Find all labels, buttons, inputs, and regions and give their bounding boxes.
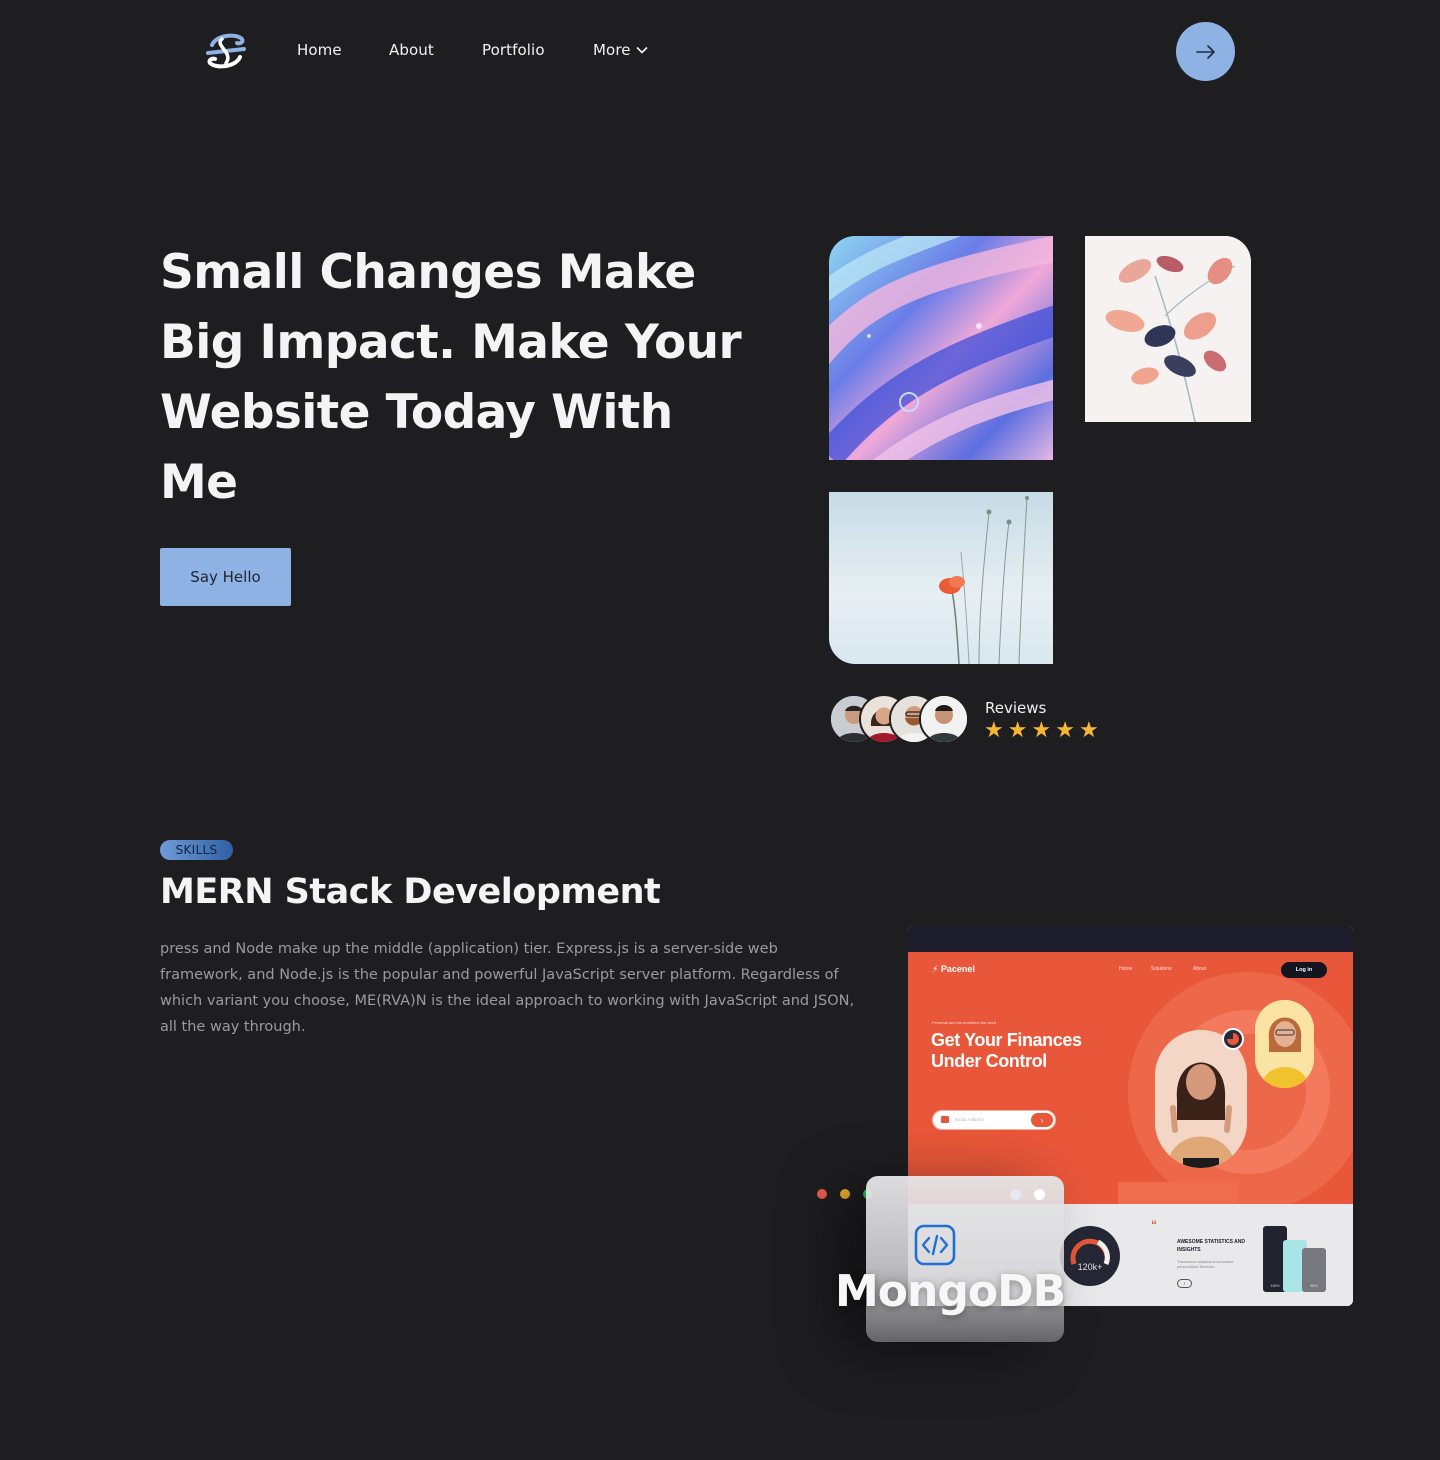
- skills-badge: SKILLS: [160, 840, 233, 860]
- mockup-browser-bar: [908, 926, 1353, 952]
- mockup-nav-item: About: [1193, 966, 1207, 972]
- chevron-down-icon: [636, 46, 648, 54]
- mockup-hero: ⚡ Pacenel Home Solutions About Log in Pe…: [908, 952, 1353, 1204]
- chevron-right-icon: ›: [1031, 1113, 1053, 1127]
- star-icon: ★: [1078, 717, 1099, 742]
- skills-title: MERN Stack Development: [160, 872, 661, 912]
- nav-about-link[interactable]: About: [389, 41, 434, 59]
- star-icon: ★: [1007, 717, 1028, 742]
- mockup-arrow-button: ›: [1177, 1279, 1192, 1288]
- mockup-headline: Get Your Finances Under Control: [931, 1030, 1082, 1071]
- skills-description: press and Node make up the middle (appli…: [160, 941, 855, 1035]
- mockup-kicker: Personal and trend without the word: [932, 1020, 997, 1025]
- mockup-nav-item: Home: [1119, 966, 1133, 972]
- star-icon: ★: [1055, 717, 1075, 742]
- dot-icon: [1034, 1189, 1045, 1200]
- cta-arrow-button[interactable]: [1176, 22, 1235, 81]
- reviews-label: Reviews: [985, 699, 1047, 717]
- dot-icon: [1010, 1189, 1021, 1200]
- mockup-stats-title: AWESOME STATISTICS AND INSIGHTS: [1177, 1239, 1245, 1253]
- nav-portfolio-link[interactable]: Portfolio: [482, 41, 545, 59]
- mongodb-label: MongoDB: [835, 1266, 1066, 1317]
- quote-icon: “: [1151, 1218, 1157, 1232]
- marble-image: [829, 236, 1053, 460]
- mockup-login-button: Log in: [1281, 962, 1327, 978]
- mockup-stats-subtitle: Transaction analysis for proactive perso…: [1177, 1260, 1234, 1269]
- minimize-dot-icon: [840, 1189, 850, 1199]
- hero-title: Small Changes Make Big Impact. Make Your…: [160, 245, 742, 510]
- star-icon: ★: [1031, 717, 1052, 742]
- avatar: [919, 694, 969, 744]
- mongodb-card: [866, 1176, 1064, 1342]
- close-dot-icon: [817, 1189, 827, 1199]
- say-hello-button[interactable]: Say Hello: [160, 548, 291, 606]
- mockup-brand: ⚡ Pacenel: [932, 964, 975, 974]
- code-icon: [914, 1224, 956, 1266]
- window-controls: [817, 1189, 873, 1199]
- nav-more-label: More: [593, 41, 631, 59]
- mockup-portrait-girl: [1255, 1000, 1314, 1088]
- brand-logo-icon[interactable]: [204, 31, 248, 71]
- mockup-email-input: Email Address ›: [932, 1110, 1056, 1130]
- mockup-gauge: 120k+: [1060, 1226, 1120, 1286]
- review-stars: ★ ★ ★ ★ ★: [984, 717, 1099, 743]
- star-icon: ★: [984, 717, 1004, 742]
- arrow-right-icon: [1195, 44, 1215, 59]
- mockup-nav-item: Solutions: [1151, 966, 1172, 972]
- leaves-image: [1085, 236, 1251, 422]
- nav-more-dropdown[interactable]: More: [593, 41, 648, 59]
- card-dots: [1010, 1189, 1045, 1200]
- poppy-image: [829, 492, 1053, 664]
- chart-icon: [1222, 1028, 1244, 1050]
- mockup-input-placeholder: Email Address: [955, 1117, 984, 1122]
- mail-icon: [941, 1116, 949, 1123]
- nav-home-link[interactable]: Home: [297, 41, 342, 59]
- mockup-bar: 80%: [1302, 1248, 1326, 1292]
- reviewer-avatars: [829, 694, 979, 746]
